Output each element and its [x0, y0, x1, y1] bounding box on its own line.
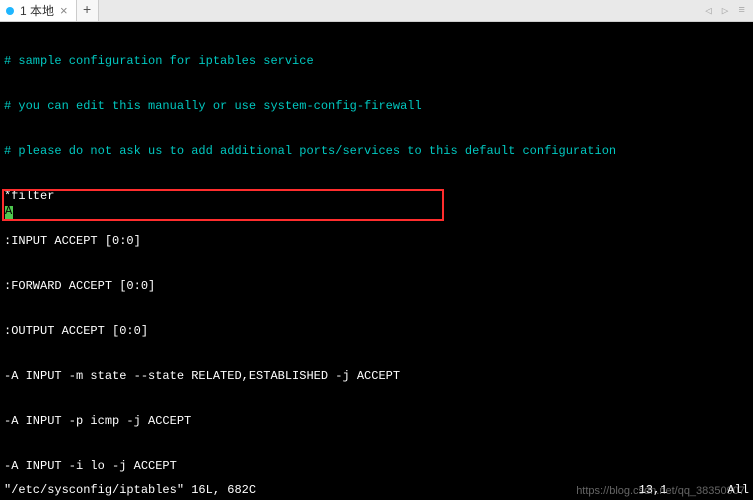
status-file-info: "/etc/sysconfig/iptables" 16L, 682C — [4, 483, 256, 498]
tab-menu-icon[interactable]: ≡ — [736, 5, 747, 17]
terminal[interactable]: # sample configuration for iptables serv… — [0, 22, 753, 500]
config-line: *filter — [4, 189, 749, 204]
config-line: :OUTPUT ACCEPT [0:0] — [4, 324, 749, 339]
tab-nav: ◁ ▷ ≡ — [697, 0, 753, 21]
config-line: -A INPUT -i lo -j ACCEPT — [4, 459, 749, 474]
tab-bar: 1 本地 × + ◁ ▷ ≡ — [0, 0, 753, 22]
status-dot-icon — [6, 7, 14, 15]
comment-line: # please do not ask us to add additional… — [4, 144, 749, 159]
close-icon[interactable]: × — [60, 4, 68, 17]
cursor-char: A — [5, 204, 12, 219]
cursor-block — [5, 206, 13, 219]
tab-local[interactable]: 1 本地 × — [0, 0, 77, 21]
config-line: -A INPUT -p icmp -j ACCEPT — [4, 414, 749, 429]
config-line: :FORWARD ACCEPT [0:0] — [4, 279, 749, 294]
vim-statusline: "/etc/sysconfig/iptables" 16L, 682C 13,1… — [4, 483, 749, 498]
tab-label: 1 本地 — [20, 2, 54, 19]
plus-icon: + — [83, 3, 91, 19]
status-scroll-pos: All — [727, 483, 749, 498]
tab-next-icon[interactable]: ▷ — [720, 4, 731, 18]
tab-prev-icon[interactable]: ◁ — [703, 4, 714, 18]
comment-line: # you can edit this manually or use syst… — [4, 99, 749, 114]
status-cursor-pos: 13,1 — [639, 483, 668, 498]
config-line: -A INPUT -m state --state RELATED,ESTABL… — [4, 369, 749, 384]
add-tab-button[interactable]: + — [77, 0, 99, 21]
comment-line: # sample configuration for iptables serv… — [4, 54, 749, 69]
config-line: :INPUT ACCEPT [0:0] — [4, 234, 749, 249]
